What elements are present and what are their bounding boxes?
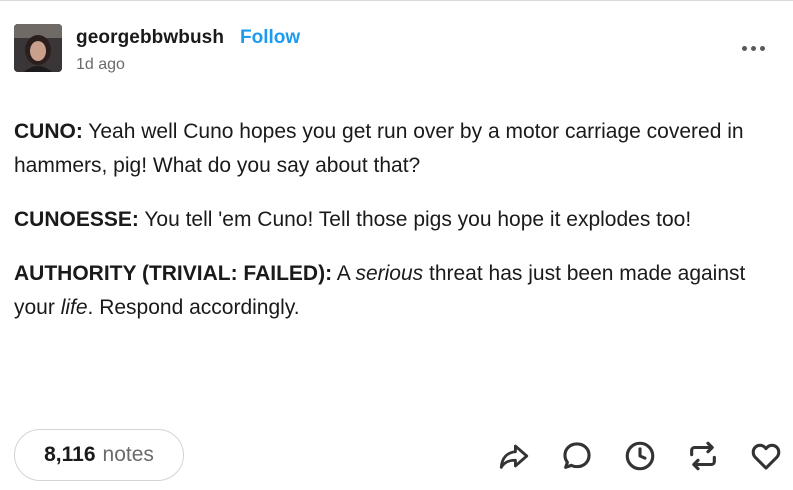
paragraph-text: Yeah well Cuno hopes you get run over by… — [14, 120, 744, 177]
emphasis-text: life — [60, 296, 88, 319]
share-icon[interactable] — [496, 438, 532, 474]
post-timestamp[interactable]: 1d ago — [76, 56, 125, 74]
reply-icon[interactable] — [559, 438, 595, 474]
emphasis-text: serious — [355, 262, 424, 285]
post-actions — [469, 438, 784, 474]
dot — [750, 45, 756, 51]
follow-button[interactable]: Follow — [240, 27, 300, 49]
speaker-label: CUNOESSE: — [14, 208, 139, 231]
post-paragraph: CUNOESSE: You tell 'em Cuno! Tell those … — [14, 203, 784, 237]
post-paragraph: CUNO: Yeah well Cuno hopes you get run o… — [14, 115, 784, 183]
avatar[interactable] — [14, 24, 62, 72]
clock-icon[interactable] — [622, 438, 658, 474]
notes-button[interactable]: 8,116 notes — [14, 429, 184, 481]
post-card: georgebbwbush Follow 1d ago CUNO: Yeah w… — [0, 0, 793, 490]
paragraph-text: You tell 'em Cuno! Tell those pigs you h… — [138, 208, 692, 231]
more-options-icon[interactable] — [737, 38, 769, 58]
post-footer: 8,116 notes — [14, 429, 784, 483]
reblog-icon[interactable] — [685, 438, 721, 474]
paragraph-text: . Respond accordingly. — [87, 296, 300, 319]
paragraph-text: A — [332, 262, 356, 285]
dot — [759, 45, 765, 51]
dot — [741, 45, 747, 51]
post-body: CUNO: Yeah well Cuno hopes you get run o… — [14, 115, 784, 345]
post-header: georgebbwbush Follow 1d ago — [14, 24, 779, 74]
username[interactable]: georgebbwbush — [76, 27, 224, 49]
heart-icon[interactable] — [748, 438, 784, 474]
notes-count: 8,116 — [44, 443, 96, 466]
speaker-label: CUNO: — [14, 120, 83, 143]
notes-label: notes — [102, 443, 154, 466]
post-paragraph: AUTHORITY (TRIVIAL: FAILED): A serious t… — [14, 257, 784, 325]
speaker-label: AUTHORITY (TRIVIAL: FAILED): — [14, 262, 333, 285]
